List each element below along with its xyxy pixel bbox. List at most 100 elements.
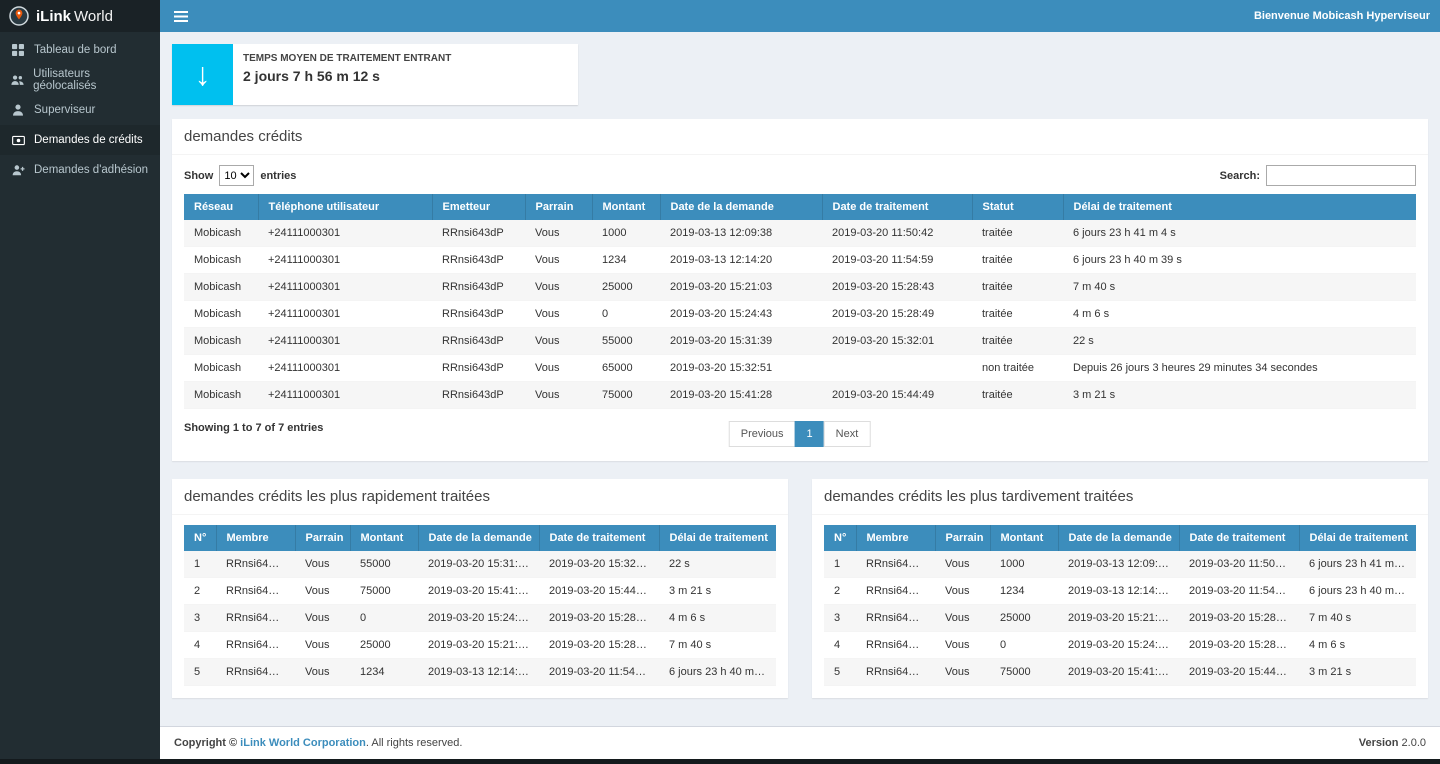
column-header-delai[interactable]: Délai de traitement (1063, 194, 1416, 220)
table-cell: 1234 (592, 247, 660, 274)
table-cell: 2019-03-20 15:21:03 (1058, 605, 1179, 632)
table-cell: 25000 (350, 632, 418, 659)
sidebar-item-tableau-de-bord[interactable]: Tableau de bord (0, 35, 160, 65)
table-cell: 1234 (350, 659, 418, 686)
sidebar-item-demandes-adhesion[interactable]: Demandes d'adhésion (0, 155, 160, 185)
table-cell: 1 (824, 551, 856, 578)
search-input[interactable] (1266, 165, 1416, 186)
column-header-telephone[interactable]: Téléphone utilisateur (258, 194, 432, 220)
table-cell: RRnsi643dP (432, 220, 525, 247)
table-cell: traitée (972, 382, 1063, 409)
table-cell: 7 m 40 s (1299, 605, 1416, 632)
brand[interactable]: iLinkWorld (0, 0, 160, 32)
table-row: 3RRnsi643dPVous250002019-03-20 15:21:032… (824, 605, 1416, 632)
column-header-parrain[interactable]: Parrain (525, 194, 592, 220)
pagination-previous-button[interactable]: Previous (729, 421, 796, 447)
column-header-parrain: Parrain (935, 525, 990, 551)
sidebar-item-demandes-de-credits[interactable]: Demandes de crédits (0, 125, 160, 155)
table-cell: RRnsi643dP (856, 551, 935, 578)
table-cell: 6 jours 23 h 40 m 39 s (1063, 247, 1416, 274)
table-header-row: N° Membre Parrain Montant Date de la dem… (824, 525, 1416, 551)
credits-table: Réseau Téléphone utilisateur Emetteur Pa… (184, 194, 1416, 409)
table-cell: Vous (525, 328, 592, 355)
table-cell: Vous (295, 632, 350, 659)
table-cell: 2019-03-20 15:41:28 (1058, 659, 1179, 686)
column-header-membre: Membre (216, 525, 295, 551)
table-cell: 5 (824, 659, 856, 686)
page-footer: Copyright © iLink World Corporation. All… (160, 726, 1440, 759)
page-length-select[interactable]: 10 (219, 165, 254, 186)
datatable-controls: Show 10 entries Search: (184, 165, 1416, 186)
table-cell: 4 m 6 s (659, 605, 776, 632)
column-header-membre: Membre (856, 525, 935, 551)
column-header-date-traitement: Date de traitement (1179, 525, 1299, 551)
fastest-panel-body: N° Membre Parrain Montant Date de la dem… (172, 515, 788, 698)
table-cell: Mobicash (184, 274, 258, 301)
table-cell: 0 (592, 301, 660, 328)
table-cell: Vous (295, 659, 350, 686)
column-header-date-traitement: Date de traitement (539, 525, 659, 551)
table-cell: 2019-03-20 15:24:43 (660, 301, 822, 328)
table-cell: +24111000301 (258, 301, 432, 328)
main-area: Bienvenue Mobicash Hyperviseur ↓ TEMPS M… (160, 0, 1440, 759)
brand-name-regular: World (74, 8, 113, 25)
app-root: iLinkWorld Tableau de bord Utilisateurs … (0, 0, 1440, 759)
top-navbar: Bienvenue Mobicash Hyperviseur (160, 0, 1440, 32)
company-link[interactable]: iLink World Corporation (240, 737, 366, 749)
column-header-date-demande: Date de la demande (418, 525, 539, 551)
column-header-date-traitement[interactable]: Date de traitement (822, 194, 972, 220)
search-label: Search: (1220, 170, 1260, 182)
table-cell: +24111000301 (258, 328, 432, 355)
sidebar-item-superviseur[interactable]: Superviseur (0, 95, 160, 125)
table-cell: 4 (824, 632, 856, 659)
column-header-reseau[interactable]: Réseau (184, 194, 258, 220)
table-header-row: N° Membre Parrain Montant Date de la dem… (184, 525, 776, 551)
infobox-text: TEMPS MOYEN DE TRAITEMENT ENTRANT 2 jour… (233, 44, 461, 105)
table-row: 2RRnsi643dPVous750002019-03-20 15:41:282… (184, 578, 776, 605)
table-row: Mobicash+24111000301RRnsi643dPVous650002… (184, 355, 1416, 382)
table-row: Mobicash+24111000301RRnsi643dPVous100020… (184, 220, 1416, 247)
membership-requests-icon (11, 164, 25, 176)
table-cell: 1234 (990, 578, 1058, 605)
table-cell: 3 (824, 605, 856, 632)
sidebar-item-utilisateurs-geolocalises[interactable]: Utilisateurs géolocalisés (0, 65, 160, 95)
table-cell: 4 m 6 s (1063, 301, 1416, 328)
table-cell: RRnsi643dP (216, 551, 295, 578)
table-cell: 7 m 40 s (1063, 274, 1416, 301)
column-header-date-demande[interactable]: Date de la demande (660, 194, 822, 220)
supervisor-icon (11, 104, 25, 116)
pagination-next-button[interactable]: Next (824, 421, 871, 447)
fastest-panel-title: demandes crédits les plus rapidement tra… (172, 479, 788, 515)
hamburger-menu-icon[interactable] (160, 0, 202, 32)
table-cell: Mobicash (184, 382, 258, 409)
table-cell: traitée (972, 274, 1063, 301)
sidebar-item-label: Tableau de bord (34, 44, 116, 56)
table-row: 4RRnsi643dPVous250002019-03-20 15:21:032… (184, 632, 776, 659)
entries-label: entries (260, 170, 296, 182)
pagination: Previous 1 Next (730, 421, 871, 447)
table-cell: 2019-03-20 11:54:59 (539, 659, 659, 686)
slowest-table-body: 1RRnsi643dPVous10002019-03-13 12:09:3820… (824, 551, 1416, 686)
table-cell: RRnsi643dP (856, 578, 935, 605)
dashboard-icon (11, 44, 25, 56)
infobox-label: TEMPS MOYEN DE TRAITEMENT ENTRANT (243, 53, 451, 64)
table-cell: 25000 (592, 274, 660, 301)
table-cell: 2019-03-20 15:28:49 (1179, 632, 1299, 659)
column-header-montant: Montant (990, 525, 1058, 551)
table-cell: 2019-03-20 11:54:59 (1179, 578, 1299, 605)
table-cell: 2019-03-13 12:09:38 (1058, 551, 1179, 578)
pagination-page-1-button[interactable]: 1 (795, 421, 825, 447)
table-cell: Vous (525, 301, 592, 328)
sidebar-item-label: Demandes de crédits (34, 134, 143, 146)
column-header-emetteur[interactable]: Emetteur (432, 194, 525, 220)
column-header-montant[interactable]: Montant (592, 194, 660, 220)
table-cell: Vous (525, 355, 592, 382)
table-cell: 65000 (592, 355, 660, 382)
table-cell: RRnsi643dP (216, 632, 295, 659)
table-cell: Mobicash (184, 220, 258, 247)
table-cell: 7 m 40 s (659, 632, 776, 659)
table-cell: Vous (935, 551, 990, 578)
table-cell: Vous (295, 605, 350, 632)
column-header-numero: N° (184, 525, 216, 551)
column-header-statut[interactable]: Statut (972, 194, 1063, 220)
